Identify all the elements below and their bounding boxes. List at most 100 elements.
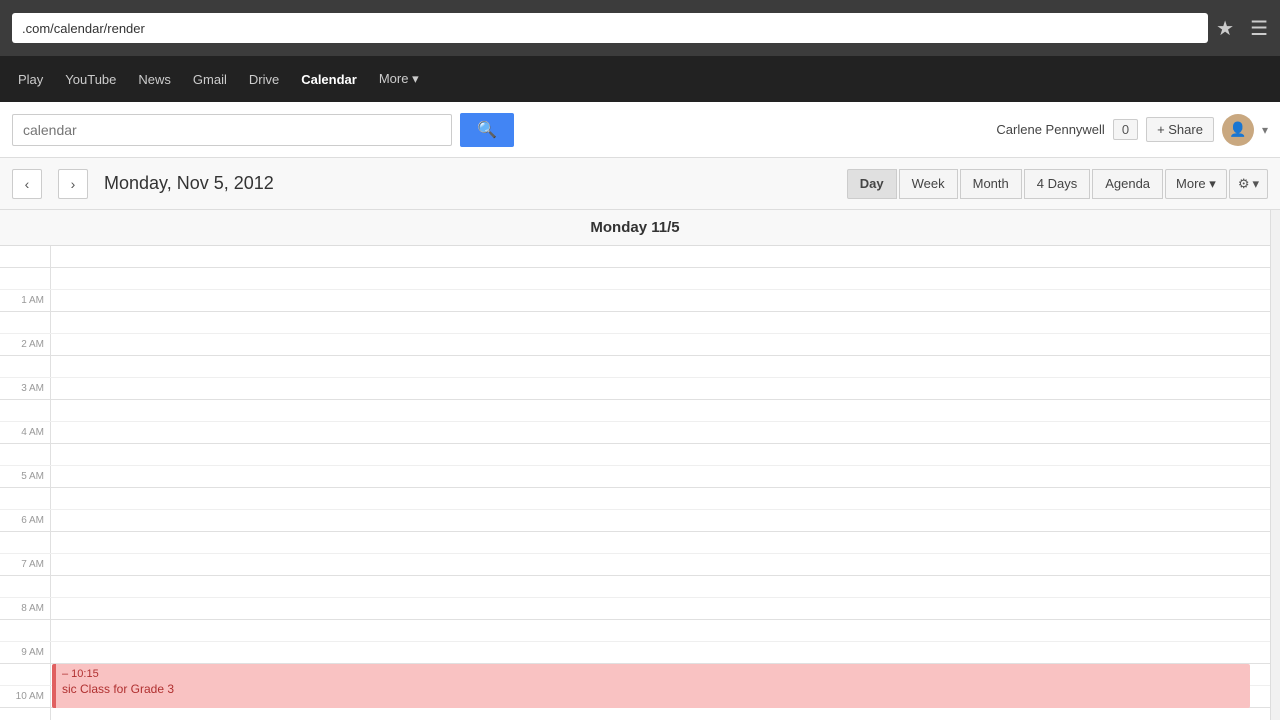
settings-chevron: ▾ [1252,176,1259,192]
time-label [0,664,50,685]
time-cell[interactable] [50,510,1270,531]
user-section: Carlene Pennywell 0 + Share 👤 ▾ [996,114,1268,146]
settings-button[interactable]: ⚙ ▾ [1229,169,1268,199]
time-row: 4 AM [0,422,1270,444]
view-agenda[interactable]: Agenda [1092,169,1163,199]
view-4days[interactable]: 4 Days [1024,169,1090,199]
view-more[interactable]: More ▾ [1165,169,1227,199]
calendar-header: 🔍 Carlene Pennywell 0 + Share 👤 ▾ [0,102,1280,158]
time-label [0,488,50,509]
time-row: 1 AM [0,290,1270,312]
time-cell[interactable] [50,422,1270,443]
nav-gmail[interactable]: Gmail [183,56,237,102]
search-button[interactable]: 🔍 [460,113,514,147]
event-title: sic Class for Grade 3 [62,682,1244,696]
time-row [0,444,1270,466]
time-row [0,246,1270,268]
time-row [0,356,1270,378]
calendar-event[interactable]: – 10:15 sic Class for Grade 3 [52,664,1250,708]
time-cell[interactable] [50,576,1270,597]
time-label [0,708,50,720]
time-row: 2 AM [0,334,1270,356]
time-cell[interactable] [50,554,1270,575]
bookmark-icon[interactable]: ★ [1216,16,1234,41]
event-time: – 10:15 [62,668,1244,680]
time-row [0,400,1270,422]
time-label: 4 AM [0,422,50,443]
time-label [0,356,50,377]
calendar-main: Monday 11/5 1 AM 2 AM 3 AM 4 AM 5 AM [0,210,1280,720]
time-label: 5 AM [0,466,50,487]
time-label: 10 AM [0,686,50,707]
day-header-label: Monday 11/5 [590,219,679,236]
time-cell[interactable] [50,488,1270,509]
time-cell[interactable] [50,312,1270,333]
time-row [0,312,1270,334]
time-cell[interactable] [50,400,1270,421]
time-label: 2 AM [0,334,50,355]
time-label [0,620,50,641]
time-cell[interactable] [50,290,1270,311]
time-row: 3 AM [0,378,1270,400]
address-bar[interactable]: .com/calendar/render [12,13,1208,43]
search-input[interactable] [12,114,452,146]
share-button[interactable]: + Share [1146,117,1214,142]
nav-play[interactable]: Play [8,56,53,102]
time-row [0,620,1270,642]
time-label [0,532,50,553]
time-row: 9 AM [0,642,1270,664]
time-cell[interactable] [50,444,1270,465]
time-row: 5 AM [0,466,1270,488]
view-week[interactable]: Week [899,169,958,199]
time-cell[interactable] [50,378,1270,399]
next-button[interactable]: › [58,169,88,199]
view-buttons: Day Week Month 4 Days Agenda More ▾ ⚙ ▾ [847,169,1268,199]
user-name: Carlene Pennywell [996,122,1104,137]
nav-calendar[interactable]: Calendar [291,56,367,102]
time-cell[interactable] [50,246,1270,267]
time-cell[interactable] [50,620,1270,641]
nav-drive[interactable]: Drive [239,56,289,102]
google-nav: Play YouTube News Gmail Drive Calendar M… [0,56,1280,102]
time-label: 3 AM [0,378,50,399]
time-cell[interactable] [50,466,1270,487]
view-month[interactable]: Month [960,169,1022,199]
time-cell[interactable] [50,532,1270,553]
time-label [0,400,50,421]
nav-youtube[interactable]: YouTube [55,56,126,102]
time-row [0,576,1270,598]
time-row: 6 AM [0,510,1270,532]
browser-icons: ★ ☰ [1216,16,1268,41]
time-row [0,268,1270,290]
time-row [0,488,1270,510]
time-cell[interactable] [50,334,1270,355]
time-cell[interactable] [50,356,1270,377]
time-cell[interactable] [50,268,1270,289]
user-chevron[interactable]: ▾ [1262,123,1268,137]
notification-badge[interactable]: 0 [1113,119,1138,140]
calendar-content: Monday 11/5 1 AM 2 AM 3 AM 4 AM 5 AM [0,210,1270,720]
time-label: 9 AM [0,642,50,663]
day-header: Monday 11/5 [0,210,1270,246]
time-cell[interactable] [50,598,1270,619]
prev-button[interactable]: ‹ [12,169,42,199]
time-label: 8 AM [0,598,50,619]
address-text: .com/calendar/render [22,21,145,36]
time-label [0,576,50,597]
view-day[interactable]: Day [847,169,897,199]
avatar-img: 👤 [1229,121,1246,138]
avatar: 👤 [1222,114,1254,146]
time-label [0,246,50,267]
time-cell[interactable] [50,708,1270,720]
menu-icon[interactable]: ☰ [1250,16,1268,41]
time-grid: 1 AM 2 AM 3 AM 4 AM 5 AM 6 AM 7 AM [0,246,1270,720]
search-wrap: 🔍 [12,113,986,147]
scrollbar[interactable] [1270,210,1280,720]
share-label: + Share [1157,122,1203,137]
time-row [0,532,1270,554]
time-cell[interactable] [50,642,1270,663]
time-label: 6 AM [0,510,50,531]
time-label: 1 AM [0,290,50,311]
nav-news[interactable]: News [128,56,181,102]
nav-more[interactable]: More ▾ [369,56,429,102]
